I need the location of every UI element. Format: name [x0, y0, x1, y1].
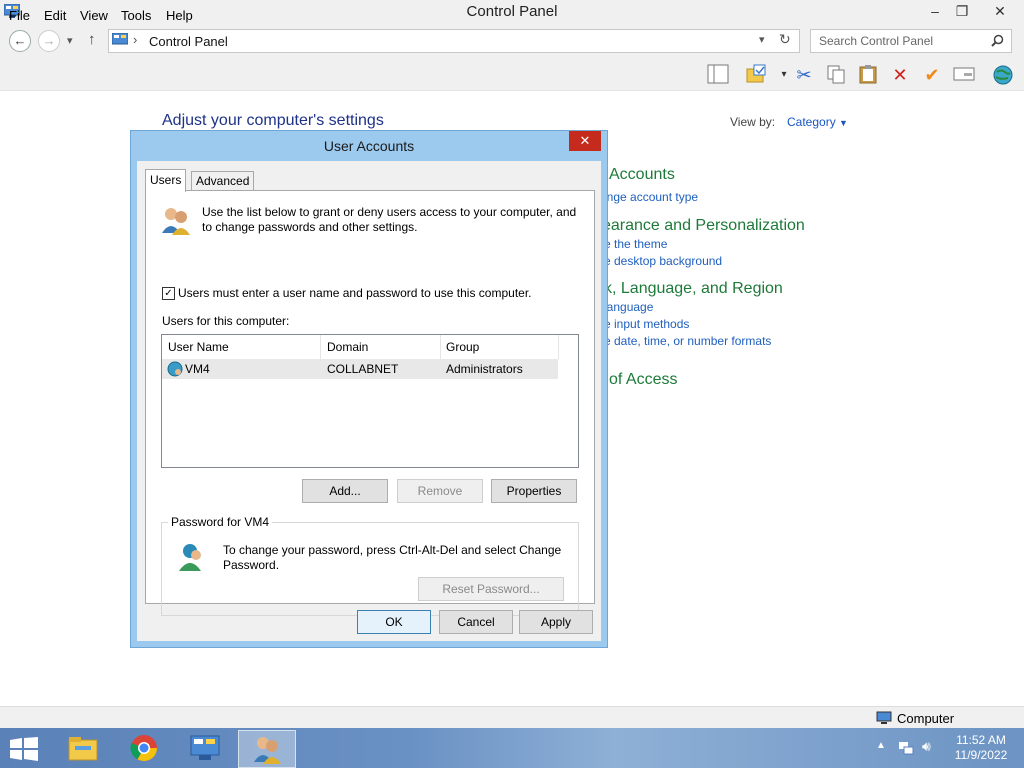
properties-button[interactable]: Properties: [491, 479, 577, 503]
user-globe-icon: [167, 361, 183, 377]
clock-date: 11/9/2022: [954, 748, 1008, 762]
reset-password-button[interactable]: Reset Password...: [418, 577, 564, 601]
remove-user-button[interactable]: Remove: [397, 479, 483, 503]
dialog-body: Use the list below to grant or deny user…: [137, 161, 601, 641]
copy-icon[interactable]: [824, 64, 848, 86]
address-dropdown-icon[interactable]: ▾: [759, 33, 765, 46]
computer-icon: [876, 711, 892, 725]
tab-advanced[interactable]: Advanced: [191, 171, 255, 191]
category-clock-language-region[interactable]: k, Language, and Region: [604, 280, 783, 298]
user-group-cell: Administrators: [446, 362, 523, 376]
address-text: Control Panel: [149, 34, 228, 49]
menu-edit[interactable]: Edit: [44, 8, 66, 23]
status-computer: Computer: [897, 711, 955, 726]
taskbar: ▲ 🔊︎ 11:52 AM 11/9/2022: [0, 728, 1024, 768]
control-panel-icon: [111, 32, 129, 47]
table-row[interactable]: VM4 COLLABNET Administrators: [162, 359, 558, 379]
password-groupbox: Password for VM4 To change your password…: [161, 515, 579, 616]
globe-icon[interactable]: [991, 64, 1015, 86]
user-name-cell: VM4: [185, 362, 210, 376]
ok-button[interactable]: OK: [357, 610, 431, 634]
users-tab-panel: Use the list below to grant or deny user…: [145, 190, 595, 616]
link-date-time-formats[interactable]: e date, time, or number formats: [604, 334, 771, 348]
minimize-button[interactable]: –: [920, 0, 950, 22]
windows-start-icon[interactable]: [10, 737, 38, 761]
title-bar: Control Panel – ❐ ✕: [0, 0, 1024, 24]
folder-options-icon[interactable]: [744, 64, 768, 86]
properties-icon[interactable]: [952, 64, 976, 86]
link-add-language[interactable]: language: [604, 300, 653, 314]
users-list-label: Users for this computer:: [162, 314, 290, 328]
require-login-label[interactable]: Users must enter a user name and passwor…: [178, 286, 532, 300]
menu-view[interactable]: View: [80, 8, 108, 23]
refresh-button[interactable]: ↻: [779, 31, 791, 48]
user-key-icon: [176, 541, 208, 573]
view-by-dropdown[interactable]: Category ▼: [787, 115, 848, 129]
system-clock[interactable]: 11:52 AM 11/9/2022: [948, 733, 1014, 763]
cancel-button[interactable]: Cancel: [439, 610, 513, 634]
file-explorer-taskbar-icon[interactable]: [55, 730, 111, 766]
clock-time: 11:52 AM: [956, 733, 1006, 747]
recent-pages-dropdown[interactable]: ▾: [67, 34, 73, 47]
window-title: Control Panel: [466, 3, 558, 20]
intro-text: Use the list below to grant or deny user…: [202, 205, 577, 234]
address-bar[interactable]: › Control Panel ▾ ↻: [108, 29, 800, 53]
link-change-theme[interactable]: e the theme: [604, 237, 667, 251]
search-input[interactable]: Search Control Panel: [819, 34, 933, 48]
volume-icon[interactable]: 🔊︎: [922, 738, 931, 755]
view-by-label: View by:: [730, 115, 776, 129]
require-login-checkbox[interactable]: ✓: [162, 287, 175, 300]
status-bar: Computer: [0, 706, 1024, 729]
back-button[interactable]: ←: [9, 30, 31, 52]
user-domain-cell: COLLABNET: [327, 362, 399, 376]
category-appearance-personalization[interactable]: earance and Personalization: [602, 217, 805, 235]
user-accounts-taskbar-icon[interactable]: [238, 730, 296, 768]
delete-icon[interactable]: ✕: [888, 64, 912, 86]
network-icon[interactable]: [898, 740, 914, 756]
menu-help[interactable]: Help: [166, 8, 193, 23]
restore-button[interactable]: ❐: [947, 0, 977, 22]
apply-button[interactable]: Apply: [519, 610, 593, 634]
up-button[interactable]: ↑: [88, 31, 96, 48]
layout-pane-icon[interactable]: [706, 64, 730, 86]
link-desktop-background[interactable]: e desktop background: [604, 254, 722, 268]
password-instructions: To change your password, press Ctrl-Alt-…: [223, 543, 562, 572]
dialog-close-button[interactable]: ✕: [569, 131, 601, 151]
checkmark-icon[interactable]: ✔: [920, 64, 944, 86]
close-window-button[interactable]: ✕: [980, 0, 1020, 22]
tab-users[interactable]: Users: [145, 169, 187, 192]
user-accounts-dialog: User Accounts ✕ Use the list below to gr…: [130, 130, 608, 648]
search-box[interactable]: Search Control Panel: [810, 29, 1012, 53]
menu-file[interactable]: File: [9, 8, 30, 23]
link-change-account-type[interactable]: ange account type: [600, 190, 698, 204]
forward-button[interactable]: →: [38, 30, 60, 52]
column-domain[interactable]: Domain: [321, 335, 441, 359]
category-user-accounts[interactable]: Accounts: [609, 166, 675, 184]
view-by-value: Category: [787, 115, 836, 129]
breadcrumb-separator: ›: [133, 32, 138, 47]
column-group[interactable]: Group: [440, 335, 559, 359]
dialog-title: User Accounts: [323, 138, 415, 154]
cut-icon[interactable]: ✂: [792, 64, 816, 86]
link-input-methods[interactable]: e input methods: [604, 317, 689, 331]
search-icon[interactable]: [991, 34, 1004, 50]
password-group-label: Password for VM4: [168, 515, 273, 529]
add-user-button[interactable]: Add...: [302, 479, 388, 503]
control-panel-taskbar-icon[interactable]: [177, 730, 233, 766]
paste-icon[interactable]: [856, 64, 880, 86]
chrome-taskbar-icon[interactable]: [116, 730, 172, 766]
menu-tools[interactable]: Tools: [121, 8, 151, 23]
column-user-name[interactable]: User Name: [162, 335, 321, 359]
page-title: Adjust your computer's settings: [162, 112, 384, 129]
users-icon: [160, 205, 192, 237]
users-list[interactable]: User Name Domain Group VM4 COLLABNET Adm…: [161, 334, 579, 468]
category-ease-of-access[interactable]: of Access: [609, 371, 677, 389]
show-hidden-icons[interactable]: ▲: [876, 740, 886, 751]
